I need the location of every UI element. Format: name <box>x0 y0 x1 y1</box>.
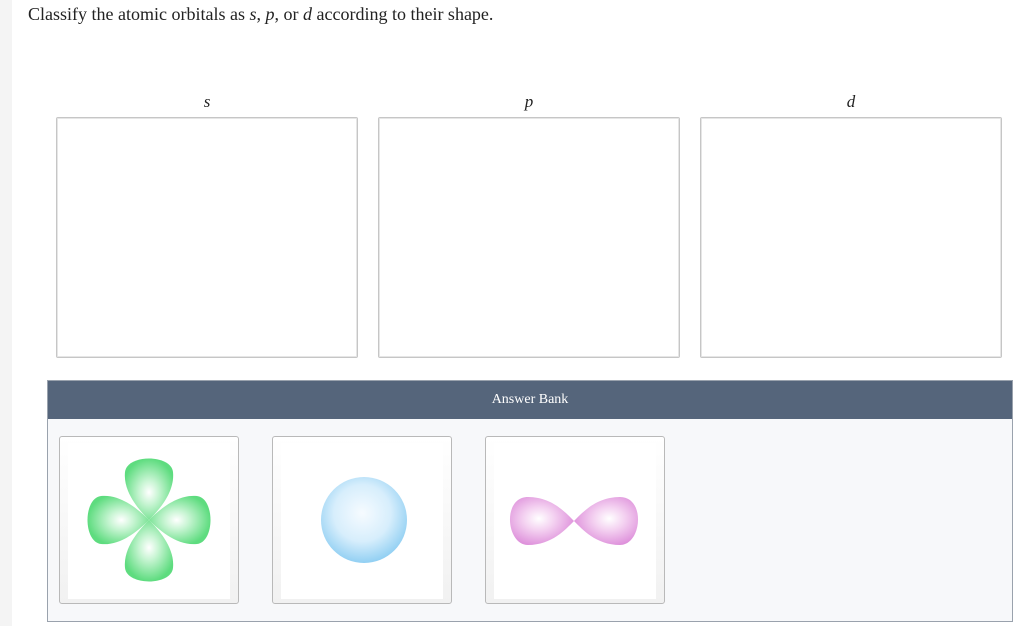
s-orbital-sphere-icon <box>321 477 407 563</box>
question-separator-1: , <box>256 4 261 24</box>
p-orbital-dumbbell-icon <box>509 497 639 545</box>
category-label-p: p <box>524 92 534 111</box>
answer-tile-cloverleaf[interactable] <box>59 436 239 604</box>
drop-zone-d[interactable] <box>700 117 1002 358</box>
tile-image-area <box>494 443 656 599</box>
d-orbital-cloverleaf-icon <box>87 458 211 582</box>
question-separator-2: , or <box>274 4 299 24</box>
answer-tile-sphere[interactable] <box>272 436 452 604</box>
answer-bank-title: Answer Bank <box>48 381 1012 419</box>
category-label-d: d <box>846 92 856 111</box>
tile-image-area <box>68 443 230 599</box>
drop-zone-p[interactable] <box>378 117 680 358</box>
category-label-s: s <box>203 92 211 111</box>
tile-image-area <box>281 443 443 599</box>
answer-bank: Answer Bank <box>47 380 1013 622</box>
question-prefix: Classify the atomic orbitals as <box>28 4 245 24</box>
left-gutter <box>0 0 12 626</box>
question-suffix: according to their shape. <box>316 4 494 24</box>
answer-tile-dumbbell[interactable] <box>485 436 665 604</box>
question-prompt: Classify the atomic orbitals as s, p, or… <box>28 4 493 25</box>
drop-zone-s[interactable] <box>56 117 358 358</box>
question-term-d: d <box>302 4 312 24</box>
